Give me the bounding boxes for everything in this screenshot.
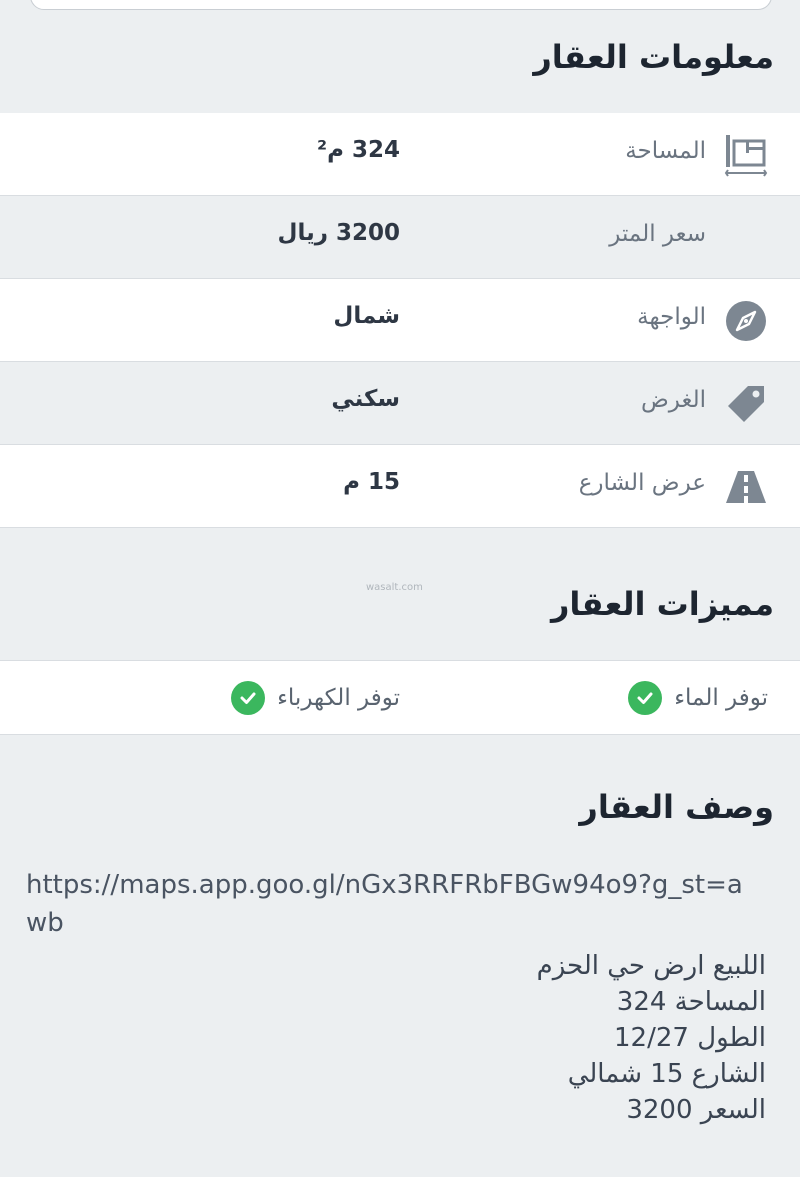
- area-ruler-icon: [724, 133, 768, 177]
- description-text: اللبيع ارض حي الحزم المساحة 324 الطول 12…: [166, 948, 766, 1128]
- road-icon: [724, 465, 768, 509]
- info-value-facade: شمال: [333, 303, 400, 329]
- info-row-area: المساحة 324 م²: [0, 113, 800, 196]
- info-row-price-per-meter: سعر المتر 3200 ريال: [0, 196, 800, 279]
- info-row-purpose: الغرض سكني: [0, 362, 800, 445]
- info-value-area: 324 م²: [317, 137, 400, 163]
- info-label-street-width: عرض الشارع: [578, 470, 706, 496]
- info-list: المساحة 324 م² سعر المتر 3200 ريال الواج…: [0, 113, 800, 528]
- watermark: wasalt.com: [366, 582, 423, 593]
- tag-icon: [724, 382, 768, 426]
- info-row-street-width: عرض الشارع 15 م: [0, 445, 800, 528]
- description-line: اللبيع ارض حي الحزم: [536, 951, 766, 981]
- description-line: الطول 12/27: [614, 1023, 766, 1053]
- info-label-area: المساحة: [625, 138, 706, 164]
- feature-label-water: توفر الماء: [674, 685, 768, 711]
- info-value-purpose: سكني: [331, 386, 400, 412]
- compass-icon: [724, 299, 768, 343]
- search-card: [30, 0, 772, 10]
- features-section-title: مميزات العقار: [550, 585, 774, 623]
- info-value-price-per-meter: 3200 ريال: [277, 220, 401, 246]
- description-line: الشارع 15 شمالي: [567, 1059, 766, 1089]
- description-line: المساحة 324: [616, 987, 766, 1017]
- info-section-title: معلومات العقار: [533, 38, 774, 76]
- info-label-facade: الواجهة: [637, 304, 706, 330]
- description-line: السعر 3200: [626, 1095, 766, 1125]
- feature-item-water: توفر الماء: [628, 681, 768, 715]
- info-label-price-per-meter: سعر المتر: [609, 221, 706, 247]
- feature-item-electricity: توفر الكهرباء: [231, 681, 400, 715]
- features-list: توفر الماء توفر الكهرباء: [0, 660, 800, 735]
- info-value-street-width: 15 م: [343, 469, 400, 495]
- info-label-purpose: الغرض: [641, 387, 706, 413]
- feature-label-electricity: توفر الكهرباء: [277, 685, 400, 711]
- check-circle-icon: [231, 681, 266, 715]
- description-link[interactable]: https://maps.app.goo.gl/nGx3RRFRbFBGw94o…: [26, 866, 756, 942]
- check-circle-icon: [628, 681, 663, 715]
- info-row-facade: الواجهة شمال: [0, 279, 800, 362]
- description-section-title: وصف العقار: [579, 788, 774, 826]
